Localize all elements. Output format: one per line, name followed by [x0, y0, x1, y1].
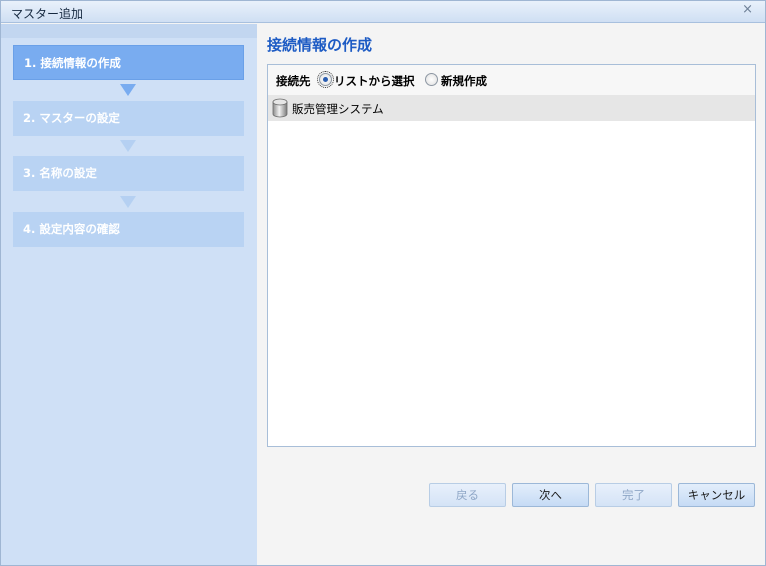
master-add-dialog: マスター追加 × 1. 接続情報の作成 2. マスターの設定 3. 名称の設定 …: [0, 0, 766, 566]
radio-label-select-from-list[interactable]: リストから選択: [334, 73, 415, 89]
step-confirm-settings: 4. 設定内容の確認: [13, 212, 244, 247]
step-master-settings: 2. マスターの設定: [13, 101, 244, 136]
step-arrow-icon: [120, 84, 136, 96]
sidebar-header-strip: [1, 24, 257, 38]
page-title: 接続情報の作成: [267, 36, 373, 54]
connection-label: 接続先: [276, 74, 311, 88]
step-arrow-icon: [120, 140, 136, 152]
connection-panel: 接続先 リストから選択 新規作成 販売管理システム: [267, 64, 756, 447]
step-name-settings: 3. 名称の設定: [13, 156, 244, 191]
list-item-label: 販売管理システム: [292, 102, 384, 116]
database-icon: [272, 98, 288, 118]
window-title: マスター追加: [11, 7, 84, 21]
back-button[interactable]: 戻る: [429, 483, 506, 507]
cancel-button[interactable]: キャンセル: [678, 483, 755, 507]
radio-select-from-list[interactable]: [317, 71, 334, 88]
wizard-steps-sidebar: 1. 接続情報の作成 2. マスターの設定 3. 名称の設定 4. 設定内容の確…: [1, 24, 257, 565]
next-button[interactable]: 次へ: [512, 483, 589, 507]
finish-button[interactable]: 完了: [595, 483, 672, 507]
radio-label-create-new[interactable]: 新規作成: [441, 73, 487, 89]
list-item[interactable]: 販売管理システム: [268, 95, 755, 121]
close-icon[interactable]: ×: [742, 2, 753, 17]
step-arrow-icon: [120, 196, 136, 208]
step-connection-info: 1. 接続情報の作成: [13, 45, 244, 80]
connection-selector: 接続先 リストから選択 新規作成: [268, 65, 755, 95]
title-bar: マスター追加 ×: [1, 1, 765, 23]
radio-create-new[interactable]: [425, 73, 438, 86]
